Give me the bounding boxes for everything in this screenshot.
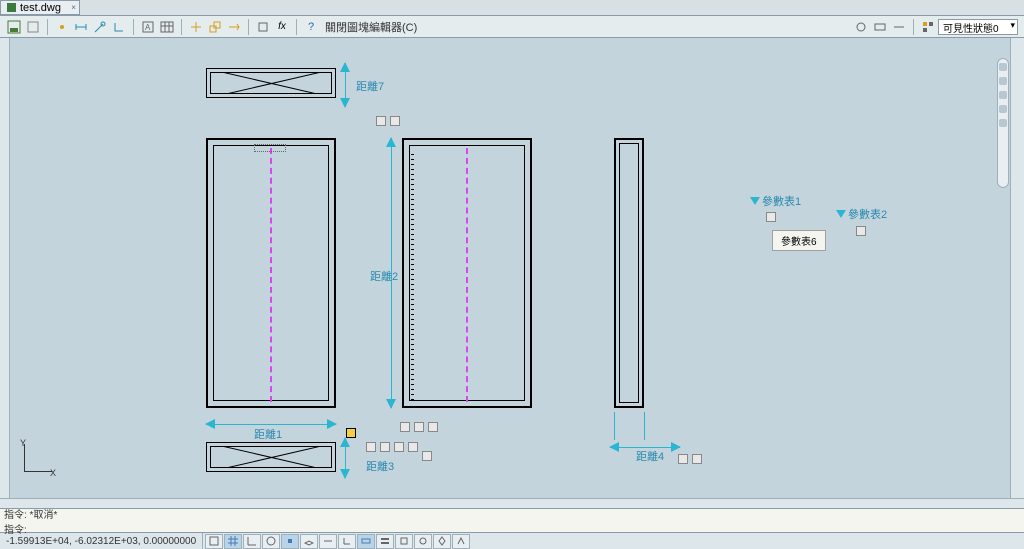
visibility-dropdown[interactable]: 可見性狀態0 (938, 19, 1018, 35)
dim3-label: 距離3 (366, 458, 394, 474)
tab-filename: test.dwg (20, 2, 61, 14)
nav-orbit-icon[interactable] (999, 105, 1007, 113)
nav-zoom-icon[interactable] (999, 91, 1007, 99)
save-block-button[interactable] (6, 19, 22, 35)
fx-button[interactable]: fx (274, 19, 290, 35)
triangle-icon (836, 210, 846, 218)
block-editor-label[interactable]: 關閉圖塊編輯器(C) (321, 19, 421, 35)
nav-pan-icon[interactable] (999, 77, 1007, 85)
ducs-toggle[interactable] (338, 534, 356, 549)
table-button[interactable] (159, 19, 175, 35)
ortho-toggle[interactable] (243, 534, 261, 549)
grip-icon[interactable] (408, 442, 418, 452)
linear-param-button[interactable] (73, 19, 89, 35)
dyn-toggle[interactable] (357, 534, 375, 549)
file-icon (7, 3, 16, 12)
nav-home-icon[interactable] (999, 63, 1007, 71)
grip-icon[interactable] (428, 422, 438, 432)
move-action-button[interactable] (188, 19, 204, 35)
tab-bar: test.dwg × (0, 0, 1024, 16)
triangle-icon (750, 197, 760, 205)
grip-icon[interactable] (856, 226, 866, 236)
param-table-button[interactable]: 參數表6 (772, 230, 826, 251)
grip-icon[interactable] (422, 451, 432, 461)
hinge-line-left (270, 148, 272, 402)
snap-toggle[interactable] (205, 534, 223, 549)
polar-param-button[interactable] (92, 19, 108, 35)
otrack-toggle[interactable] (319, 534, 337, 549)
3dosnap-toggle[interactable] (300, 534, 318, 549)
file-tab[interactable]: test.dwg × (0, 0, 80, 15)
command-line[interactable]: 指令: *取消* 指令: (0, 508, 1024, 532)
selection-mark (254, 144, 286, 152)
grip-icon[interactable] (678, 454, 688, 464)
grip-icon[interactable] (692, 454, 702, 464)
dim2-label: 距離2 (370, 268, 398, 284)
sc-toggle[interactable] (433, 534, 451, 549)
scrollbar-vertical[interactable] (1010, 38, 1024, 498)
ucs-icon: Y X (20, 442, 56, 478)
grip-icon[interactable] (380, 442, 390, 452)
scale-action-button[interactable] (207, 19, 223, 35)
ruler-vertical (0, 38, 10, 508)
attribute-button[interactable]: A (140, 19, 156, 35)
polar-toggle[interactable] (262, 534, 280, 549)
bottom-panel-shape (206, 442, 336, 472)
status-toggles (205, 534, 470, 549)
stretch-action-button[interactable] (226, 19, 242, 35)
close-icon[interactable]: × (71, 3, 76, 12)
param-table-2[interactable]: 參數表2 (836, 206, 887, 222)
help-button[interactable]: ? (303, 19, 319, 35)
ext-line (644, 412, 645, 440)
hatching (411, 150, 414, 400)
dim3[interactable] (342, 438, 348, 478)
constraint-button[interactable] (255, 19, 271, 35)
navigation-bar[interactable] (997, 58, 1009, 188)
tpy-toggle[interactable] (395, 534, 413, 549)
svg-text:A: A (145, 23, 151, 32)
vis-button-2[interactable] (872, 19, 888, 35)
dim1-label: 距離1 (254, 426, 282, 442)
dim4-label: 距離4 (636, 448, 664, 464)
vis-states-button[interactable] (920, 19, 936, 35)
nav-wheel-icon[interactable] (999, 119, 1007, 127)
block-editor-toolbar: A fx ? 關閉圖塊編輯器(C) 可見性狀態0 (0, 16, 1024, 38)
osnap-toggle[interactable] (281, 534, 299, 549)
grip-icon[interactable] (766, 212, 776, 222)
tool-button-2[interactable] (25, 19, 41, 35)
hinge-line-middle (466, 148, 468, 402)
dim7[interactable] (342, 63, 348, 107)
dim7-label: 距離7 (356, 78, 384, 94)
ext-line (614, 412, 615, 440)
xy-param-button[interactable] (111, 19, 127, 35)
qp-toggle[interactable] (414, 534, 432, 549)
canvas-wrap: 距離7 距離1 距離3 (0, 38, 1024, 508)
coordinates-readout[interactable]: -1.59913E+04, -6.02312E+03, 0.00000000 (0, 533, 203, 549)
grip-icon[interactable] (376, 116, 386, 126)
vis-button-3[interactable] (891, 19, 907, 35)
grip-icon[interactable] (366, 442, 376, 452)
param-table-1[interactable]: 參數表1 (750, 193, 801, 209)
grip-icon[interactable] (414, 422, 424, 432)
grip-icon[interactable] (390, 116, 400, 126)
grid-toggle[interactable] (224, 534, 242, 549)
top-panel-shape (206, 68, 336, 98)
ruler-horizontal (0, 498, 1024, 508)
grip-icon[interactable] (394, 442, 404, 452)
door-frame-right (614, 138, 644, 408)
vis-button-1[interactable] (853, 19, 869, 35)
am-toggle[interactable] (452, 534, 470, 549)
lwt-toggle[interactable] (376, 534, 394, 549)
point-param-button[interactable] (54, 19, 70, 35)
drawing-canvas[interactable]: 距離7 距離1 距離3 (10, 38, 1010, 498)
grip-icon[interactable] (400, 422, 410, 432)
